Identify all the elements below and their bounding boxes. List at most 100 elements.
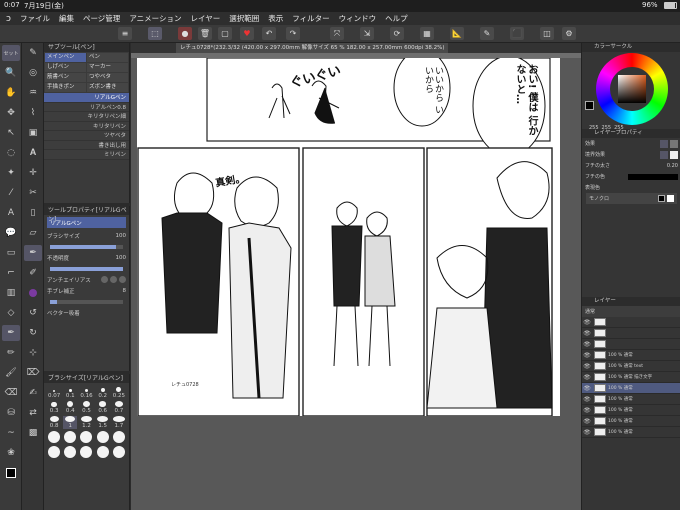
eye-icon[interactable]: 👁 bbox=[582, 330, 592, 337]
border-effect-row[interactable]: 境界効果 bbox=[582, 149, 680, 160]
clear-icon[interactable]: ▢ bbox=[218, 27, 232, 40]
eyedropper-icon[interactable]: ⁄ bbox=[2, 185, 20, 201]
brush-size-option[interactable]: 1.7 bbox=[112, 416, 126, 429]
border-color-row[interactable]: フチの色 bbox=[582, 171, 680, 182]
layer-row[interactable]: 👁 100 % 通常 bbox=[582, 350, 680, 361]
swap-color-icon[interactable]: ⇄ bbox=[24, 405, 42, 421]
brush-size-option[interactable]: 0.3 bbox=[47, 401, 61, 414]
subtool-group[interactable]: ペン bbox=[87, 53, 128, 62]
subtool-group[interactable]: 手描きポン bbox=[45, 83, 86, 92]
menu-help[interactable]: ヘルプ bbox=[385, 13, 408, 24]
brush-size-option[interactable]: 1.2 bbox=[79, 416, 93, 429]
brush-size-option[interactable]: 0.1 bbox=[63, 386, 77, 399]
layer-row[interactable]: 👁 100 % 通常 bbox=[582, 394, 680, 405]
layer-row[interactable]: 👁 100 % 通常 bbox=[582, 383, 680, 394]
pen-icon-2[interactable]: ✎ bbox=[24, 45, 42, 61]
layer-row[interactable]: 👁 100 % 通常 描き文字 bbox=[582, 372, 680, 383]
zoom-icon[interactable]: 🔍 bbox=[2, 65, 20, 81]
eraser-icon-2[interactable]: ▱ bbox=[24, 225, 42, 241]
brush-size-option[interactable]: 0.7 bbox=[112, 401, 126, 414]
subtool-group[interactable]: マーカー bbox=[87, 63, 128, 72]
menu-edit[interactable]: 編集 bbox=[59, 13, 74, 24]
brush-size-slider-row[interactable] bbox=[44, 241, 129, 252]
brush-size-option[interactable] bbox=[47, 446, 61, 459]
airbrush-icon[interactable]: ♒ bbox=[24, 85, 42, 101]
undo-icon-2[interactable]: ↺ bbox=[24, 305, 42, 321]
bucket-icon[interactable]: ⛁ bbox=[2, 405, 20, 421]
ruler-icon-2[interactable]: ▯ bbox=[24, 205, 42, 221]
move-icon-2[interactable]: ✛ bbox=[24, 165, 42, 181]
brush-size-row[interactable]: ブラシサイズ 100 bbox=[44, 230, 129, 241]
brush-size-option[interactable] bbox=[112, 446, 126, 459]
figure-icon[interactable]: ◇ bbox=[2, 305, 20, 321]
brush-size-option[interactable]: 0.25 bbox=[112, 386, 126, 399]
menu-selection[interactable]: 選択範囲 bbox=[229, 13, 259, 24]
brush-size-option[interactable]: 1 bbox=[63, 416, 78, 429]
pencil-icon-2[interactable]: ✐ bbox=[24, 265, 42, 281]
color-mode-select[interactable]: モノクロ bbox=[586, 193, 677, 204]
hand-icon[interactable]: ✋ bbox=[2, 85, 20, 101]
text-icon-2[interactable]: 𝐀 bbox=[24, 145, 42, 161]
brush-size-option[interactable]: 0.07 bbox=[47, 386, 61, 399]
brush-item[interactable]: リアルGペン bbox=[44, 93, 129, 103]
stabilization-value[interactable]: 8 bbox=[123, 288, 127, 294]
brush-size-option[interactable] bbox=[96, 431, 110, 444]
brush-size-option[interactable]: 0.16 bbox=[79, 386, 93, 399]
subtool-group[interactable]: しげペン bbox=[45, 63, 86, 72]
transparent-icon[interactable]: ▩ bbox=[24, 425, 42, 441]
eye-icon[interactable]: 👁 bbox=[582, 363, 592, 370]
brush-item[interactable]: ミリペン bbox=[44, 150, 129, 160]
ruler-icon[interactable]: 📐 bbox=[450, 27, 464, 40]
brush-item[interactable]: リアルペン0.8 bbox=[44, 102, 129, 112]
text-icon[interactable]: A bbox=[2, 205, 20, 221]
brush-size-option[interactable] bbox=[112, 431, 126, 444]
subtool-group[interactable]: つやベタ bbox=[87, 73, 128, 82]
brush-size-option[interactable]: 0.2 bbox=[96, 386, 110, 399]
tool-set-tab[interactable]: セット bbox=[2, 45, 20, 61]
antialias-row[interactable]: アンチエイリアス bbox=[44, 274, 129, 285]
menu-icon[interactable]: ≡ bbox=[118, 27, 132, 40]
border-width-value[interactable]: 0.20 bbox=[667, 163, 678, 169]
ruler-tool-icon[interactable]: ⌐ bbox=[2, 265, 20, 281]
eraser-icon[interactable]: ⌫ bbox=[2, 385, 20, 401]
move-icon[interactable]: ✥ bbox=[2, 105, 20, 121]
brush-item[interactable]: キリタリペン bbox=[44, 121, 129, 131]
operation-icon[interactable]: ↖ bbox=[2, 125, 20, 141]
color-mode-row[interactable]: 表現色 bbox=[582, 182, 680, 193]
snap-icon[interactable]: ⊹ bbox=[24, 345, 42, 361]
color-wheel[interactable] bbox=[596, 53, 668, 125]
decoration-icon[interactable]: ❀ bbox=[2, 445, 20, 461]
brush-size-option[interactable]: 0.4 bbox=[63, 401, 77, 414]
eye-icon[interactable]: 👁 bbox=[582, 374, 592, 381]
scale-icon[interactable]: ⇲ bbox=[360, 27, 374, 40]
brush-size-option[interactable]: 0.8 bbox=[47, 416, 61, 429]
eraser-icon-3[interactable]: ⌦ bbox=[24, 365, 42, 381]
transform-icon[interactable]: ⤧ bbox=[330, 27, 344, 40]
color-square[interactable] bbox=[618, 75, 646, 103]
settings-icon[interactable]: ⚙ bbox=[562, 27, 576, 40]
brush-size-option[interactable] bbox=[79, 431, 93, 444]
menu-page[interactable]: ページ管理 bbox=[83, 13, 120, 24]
pen-selected-icon[interactable]: ✒ bbox=[24, 245, 42, 261]
brush-size-option[interactable]: 1.5 bbox=[96, 416, 110, 429]
grid-icon[interactable]: ▦ bbox=[420, 27, 434, 40]
brush-size-slider[interactable] bbox=[50, 244, 123, 249]
brush-icon-2[interactable]: ⌇ bbox=[24, 105, 42, 121]
eye-icon[interactable]: 👁 bbox=[582, 418, 592, 425]
brush-item[interactable]: ツヤベタ bbox=[44, 131, 129, 141]
eye-icon[interactable]: 👁 bbox=[582, 407, 592, 414]
stabilization-slider[interactable] bbox=[50, 299, 123, 304]
menu-view[interactable]: 表示 bbox=[268, 13, 283, 24]
brush-size-option[interactable] bbox=[96, 446, 110, 459]
select-icon[interactable]: ⬚ bbox=[148, 27, 162, 40]
stabilization-slider-row[interactable] bbox=[44, 296, 129, 307]
menu-file[interactable]: ファイル bbox=[20, 13, 50, 24]
blend-icon[interactable]: ~ bbox=[2, 425, 20, 441]
layer-row[interactable]: 👁 100 % 通常 text bbox=[582, 361, 680, 372]
main-color-swatch[interactable] bbox=[585, 101, 594, 110]
menu-window[interactable]: ウィンドウ bbox=[339, 13, 377, 24]
undo-icon[interactable]: ↶ bbox=[262, 27, 276, 40]
brush-size-value[interactable]: 100 bbox=[116, 233, 127, 239]
record-icon[interactable]: ● bbox=[178, 27, 192, 40]
blend-mode-value[interactable]: 通常 bbox=[585, 308, 595, 315]
